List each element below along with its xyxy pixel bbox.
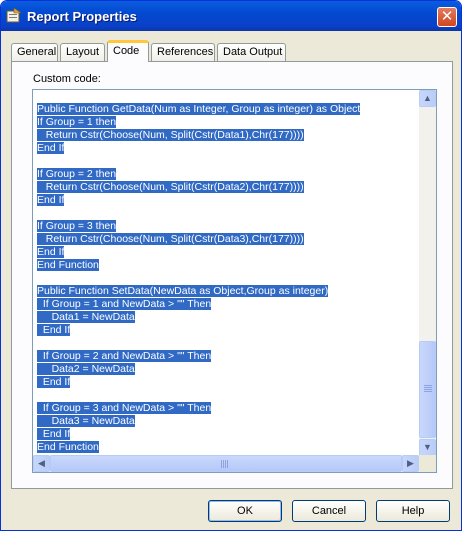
tab-layout[interactable]: Layout [60, 43, 105, 61]
help-button[interactable]: Help [376, 500, 450, 522]
scroll-down-button[interactable]: ▼ [419, 439, 436, 456]
code-line: If Group = 1 and NewData > "" Then [37, 298, 419, 311]
custom-code-label: Custom code: [33, 73, 101, 85]
code-line: Return Cstr(Choose(Num, Split(Cstr(Data1… [37, 129, 419, 142]
vertical-scroll-thumb[interactable] [419, 341, 436, 438]
title-bar[interactable]: Report Properties ✕ [1, 1, 461, 31]
code-line-text: End If [37, 246, 65, 258]
code-line-text: If Group = 1 and NewData > "" Then [37, 298, 212, 310]
chevron-down-icon: ▼ [423, 442, 432, 452]
grip-line [227, 460, 228, 468]
code-line-text: End Function [37, 441, 99, 453]
close-icon: ✕ [440, 7, 454, 25]
code-line: End If [37, 324, 419, 337]
code-line: End If [37, 376, 419, 389]
code-line-text: If Group = 2 then [37, 168, 117, 180]
grip-line [223, 460, 224, 468]
grip-line [424, 389, 432, 390]
code-line: Return Cstr(Choose(Num, Split(Cstr(Data2… [37, 181, 419, 194]
code-text-area[interactable]: Public Function GetData(Num as Integer, … [37, 103, 419, 455]
code-line-text: If Group = 3 then [37, 220, 117, 232]
chevron-left-icon: ◀ [38, 458, 45, 468]
tab-data-output[interactable]: Data Output [217, 43, 286, 61]
code-line: If Group = 2 then [37, 168, 419, 181]
vertical-scrollbar[interactable]: ▲ ▼ [419, 90, 436, 456]
cancel-button[interactable]: Cancel [292, 500, 366, 522]
report-properties-icon [6, 8, 22, 23]
code-line: Public Function SetData(NewData as Objec… [37, 285, 419, 298]
code-line-text: If Group = 2 and NewData > "" Then [37, 350, 212, 362]
window-title: Report Properties [27, 9, 137, 24]
code-line: End If [37, 246, 419, 259]
grip-line [221, 460, 222, 468]
grip-line [424, 387, 432, 388]
code-line: Data3 = NewData [37, 415, 419, 428]
code-line-text: End If [37, 324, 71, 336]
code-line-text: End If [37, 194, 65, 206]
scroll-left-button[interactable]: ◀ [33, 455, 50, 472]
code-line-text: End If [37, 142, 65, 154]
code-tab-panel: Custom code: Public Function GetData(Num… [11, 61, 453, 489]
code-line: Public Function GetData(Num as Integer, … [37, 103, 419, 116]
code-line-text: Return Cstr(Choose(Num, Split(Cstr(Data1… [37, 129, 304, 141]
code-line: Data2 = NewData [37, 363, 419, 376]
code-line-text: If Group = 3 and NewData > "" Then [37, 402, 212, 414]
close-button[interactable]: ✕ [437, 7, 457, 27]
code-line-text: Public Function SetData(NewData as Objec… [37, 285, 329, 297]
report-properties-dialog: Report Properties ✕ General Layout Code … [0, 0, 462, 531]
code-line: End Function [37, 259, 419, 272]
code-line-text: End If [37, 428, 71, 440]
chevron-up-icon: ▲ [423, 93, 432, 103]
grip-line [424, 391, 432, 392]
code-line-text: End If [37, 376, 71, 388]
chevron-right-icon: ▶ [407, 458, 414, 468]
code-line: If Group = 2 and NewData > "" Then [37, 350, 419, 363]
code-line-text: Return Cstr(Choose(Num, Split(Cstr(Data2… [37, 181, 304, 193]
scroll-up-button[interactable]: ▲ [419, 90, 436, 107]
tab-references[interactable]: References [151, 43, 215, 61]
code-line-text: Data2 = NewData [37, 363, 135, 375]
code-line: End If [37, 194, 419, 207]
grip-line [225, 460, 226, 468]
code-line: Return Cstr(Choose(Num, Split(Cstr(Data3… [37, 233, 419, 246]
code-line-text: End Function [37, 259, 99, 271]
grip-line [424, 385, 432, 386]
code-line: If Group = 3 then [37, 220, 419, 233]
custom-code-editor[interactable]: Public Function GetData(Num as Integer, … [32, 89, 437, 473]
scroll-right-button[interactable]: ▶ [402, 455, 419, 472]
horizontal-scrollbar[interactable]: ◀ ▶ [33, 455, 419, 472]
code-line: If Group = 3 and NewData > "" Then [37, 402, 419, 415]
tab-general[interactable]: General [11, 43, 58, 61]
code-line: Data1 = NewData [37, 311, 419, 324]
code-line-text: Data3 = NewData [37, 415, 135, 427]
horizontal-scroll-thumb[interactable] [50, 455, 402, 472]
ok-button[interactable]: OK [208, 500, 282, 522]
code-line-text: Public Function GetData(Num as Integer, … [37, 103, 361, 115]
code-line: End Function [37, 441, 419, 454]
code-line-text: Data1 = NewData [37, 311, 135, 323]
code-line: End If [37, 428, 419, 441]
code-line: If Group = 1 then [37, 116, 419, 129]
code-line: End If [37, 142, 419, 155]
code-line-text: If Group = 1 then [37, 116, 117, 128]
scrollbar-corner [419, 455, 436, 472]
tab-code[interactable]: Code [107, 40, 149, 62]
code-line-text: Return Cstr(Choose(Num, Split(Cstr(Data3… [37, 233, 304, 245]
